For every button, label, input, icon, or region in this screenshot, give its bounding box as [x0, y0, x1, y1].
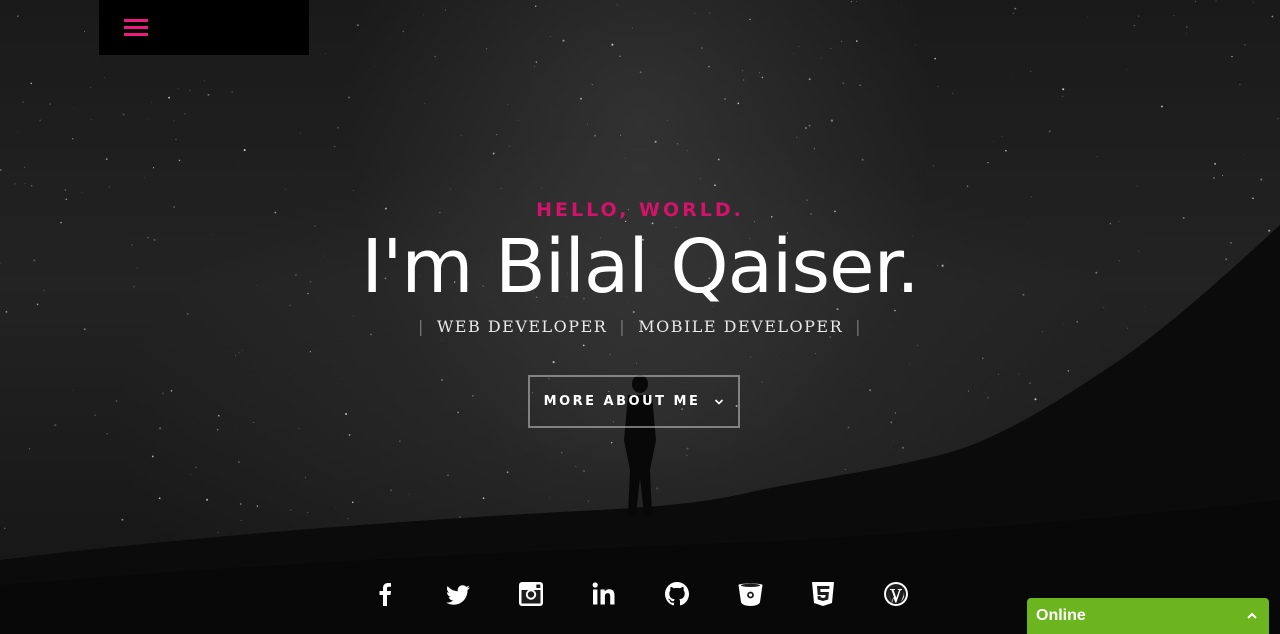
intro-block: HELLO, WORLD. I'm Bilal Qaiser. | WEB DEV…: [0, 196, 1280, 342]
greeting-kicker: HELLO, WORLD.: [536, 199, 744, 221]
instagram-icon[interactable]: [513, 576, 549, 612]
chat-status-label: Online: [1036, 607, 1086, 624]
role-separator: |: [855, 317, 863, 336]
chevron-down-icon: [715, 398, 724, 405]
more-about-me-label: MORE ABOUT ME: [543, 394, 701, 409]
facebook-icon[interactable]: [367, 576, 403, 612]
wordpress-icon[interactable]: [878, 576, 914, 612]
nav-menu-bar: [99, 0, 309, 55]
linkedin-icon[interactable]: [586, 576, 622, 612]
html5-icon[interactable]: [805, 576, 841, 612]
github-icon[interactable]: [659, 576, 695, 612]
role-web-developer: WEB DEVELOPER: [436, 317, 608, 336]
chevron-up-icon[interactable]: [1245, 609, 1259, 623]
page-title: I'm Bilal Qaiser.: [361, 224, 919, 310]
roles-line: | WEB DEVELOPER | MOBILE DEVELOPER |: [0, 312, 1280, 342]
role-mobile-developer: MOBILE DEVELOPER: [638, 317, 844, 336]
bitbucket-icon[interactable]: [732, 576, 768, 612]
chat-widget[interactable]: Online: [1027, 598, 1269, 634]
role-separator: |: [619, 317, 627, 336]
hero-section: HELLO, WORLD. I'm Bilal Qaiser. | WEB DEV…: [0, 0, 1280, 634]
more-about-me-button[interactable]: MORE ABOUT ME: [528, 375, 740, 428]
hamburger-menu-icon[interactable]: [124, 19, 148, 37]
role-separator: |: [417, 317, 425, 336]
twitter-icon[interactable]: [440, 576, 476, 612]
